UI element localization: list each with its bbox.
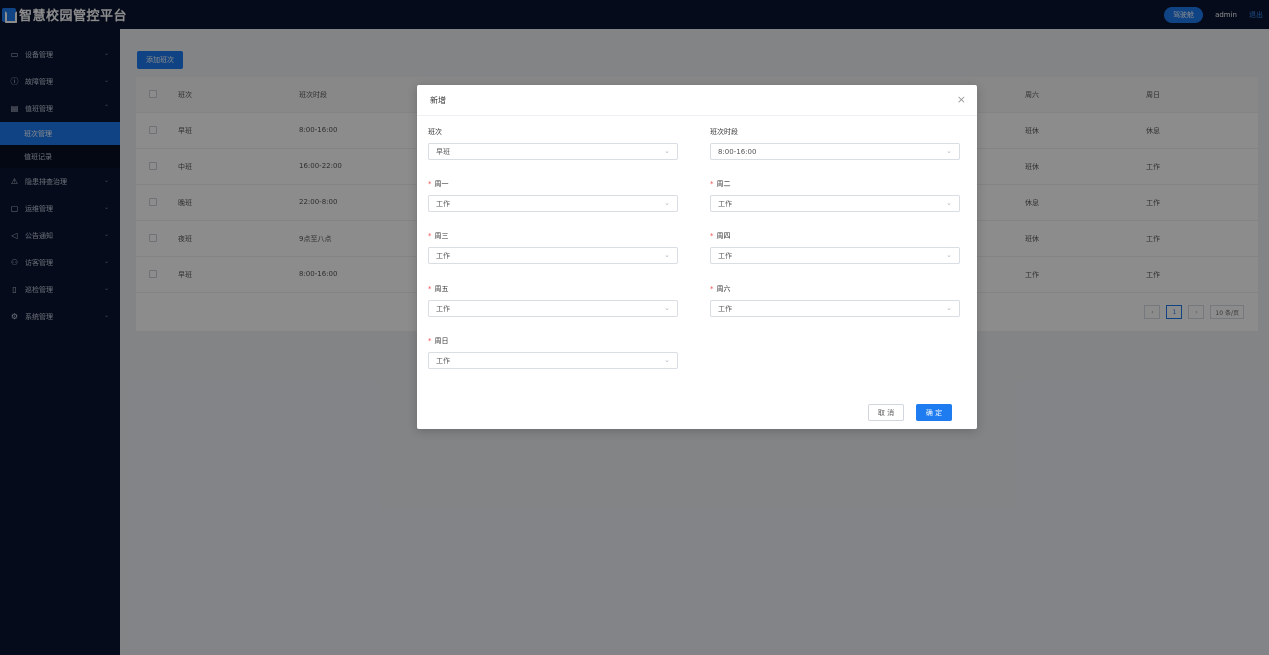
required-mark: * bbox=[428, 284, 432, 293]
select-value: 8:00-16:00 bbox=[718, 147, 757, 156]
wednesday-select[interactable]: 工作 ⌄ bbox=[428, 247, 678, 264]
form-field-tuesday: * 周二 工作 ⌄ bbox=[710, 178, 960, 212]
select-value: 工作 bbox=[436, 251, 450, 260]
field-label: 班次时段 bbox=[710, 127, 738, 136]
form-field-time: 班次时段 8:00-16:00 ⌄ bbox=[710, 126, 960, 160]
select-value: 工作 bbox=[718, 251, 732, 260]
close-icon[interactable]: × bbox=[957, 93, 966, 106]
chevron-down-icon: ⌄ bbox=[946, 251, 952, 259]
select-value: 工作 bbox=[718, 199, 732, 208]
confirm-button[interactable]: 确 定 bbox=[916, 404, 952, 421]
chevron-down-icon: ⌄ bbox=[664, 356, 670, 364]
cancel-button[interactable]: 取 消 bbox=[868, 404, 904, 421]
form-field-monday: * 周一 工作 ⌄ bbox=[428, 178, 678, 212]
required-mark: * bbox=[428, 231, 432, 240]
dialog-title: 新增 bbox=[430, 95, 446, 105]
shift-select[interactable]: 早班 ⌄ bbox=[428, 143, 678, 160]
chevron-down-icon: ⌄ bbox=[664, 147, 670, 155]
select-value: 工作 bbox=[436, 304, 450, 313]
field-label-row: * 周五 bbox=[428, 283, 678, 294]
time-select[interactable]: 8:00-16:00 ⌄ bbox=[710, 143, 960, 160]
field-label-row: * 周六 bbox=[710, 283, 960, 294]
chevron-down-icon: ⌄ bbox=[664, 199, 670, 207]
field-label: 周六 bbox=[716, 284, 731, 293]
field-label-row: * 周日 bbox=[428, 335, 678, 346]
required-mark: * bbox=[710, 231, 714, 240]
form-field-wednesday: * 周三 工作 ⌄ bbox=[428, 230, 678, 264]
select-value: 早班 bbox=[436, 147, 450, 156]
friday-select[interactable]: 工作 ⌄ bbox=[428, 300, 678, 317]
thursday-select[interactable]: 工作 ⌄ bbox=[710, 247, 960, 264]
add-shift-dialog: 新增 × 班次 早班 ⌄ 班次时段 8:00-16:00 ⌄ * 周一 工作 ⌄ … bbox=[417, 85, 977, 429]
chevron-down-icon: ⌄ bbox=[946, 304, 952, 312]
required-mark: * bbox=[428, 336, 432, 345]
field-label: 班次 bbox=[428, 127, 442, 136]
form-field-shift: 班次 早班 ⌄ bbox=[428, 126, 678, 160]
dialog-header: 新增 × bbox=[417, 85, 977, 116]
chevron-down-icon: ⌄ bbox=[946, 147, 952, 155]
form-field-thursday: * 周四 工作 ⌄ bbox=[710, 230, 960, 264]
field-label-row: * 周二 bbox=[710, 178, 960, 189]
field-label: 周四 bbox=[716, 231, 731, 240]
chevron-down-icon: ⌄ bbox=[946, 199, 952, 207]
field-label-row: * 周三 bbox=[428, 230, 678, 241]
monday-select[interactable]: 工作 ⌄ bbox=[428, 195, 678, 212]
form-field-saturday: * 周六 工作 ⌄ bbox=[710, 283, 960, 317]
field-label-row: * 周四 bbox=[710, 230, 960, 241]
dialog-footer: 取 消 确 定 bbox=[868, 404, 952, 421]
chevron-down-icon: ⌄ bbox=[664, 251, 670, 259]
field-label: 周日 bbox=[434, 336, 449, 345]
select-value: 工作 bbox=[718, 304, 732, 313]
form-field-sunday: * 周日 工作 ⌄ bbox=[428, 335, 678, 369]
field-label: 周三 bbox=[434, 231, 449, 240]
field-label: 周二 bbox=[716, 179, 731, 188]
form-field-friday: * 周五 工作 ⌄ bbox=[428, 283, 678, 317]
required-mark: * bbox=[710, 284, 714, 293]
required-mark: * bbox=[428, 179, 432, 188]
required-mark: * bbox=[710, 179, 714, 188]
sunday-select[interactable]: 工作 ⌄ bbox=[428, 352, 678, 369]
select-value: 工作 bbox=[436, 199, 450, 208]
chevron-down-icon: ⌄ bbox=[664, 304, 670, 312]
field-label: 周一 bbox=[434, 179, 449, 188]
field-label-row: * 周一 bbox=[428, 178, 678, 189]
field-label: 周五 bbox=[434, 284, 449, 293]
select-value: 工作 bbox=[436, 356, 450, 365]
tuesday-select[interactable]: 工作 ⌄ bbox=[710, 195, 960, 212]
saturday-select[interactable]: 工作 ⌄ bbox=[710, 300, 960, 317]
